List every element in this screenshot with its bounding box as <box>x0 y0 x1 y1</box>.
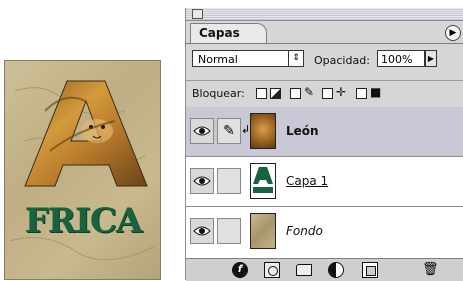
layer-row-fondo[interactable]: Fondo <box>186 207 463 257</box>
mask-icon[interactable] <box>264 262 280 278</box>
layers-bottom-toolbar: f 🗑 <box>186 258 463 281</box>
blend-mode-value: Normal <box>198 53 238 66</box>
opacity-input[interactable]: 100% <box>377 50 425 67</box>
layer-thumbnail-parchment <box>250 213 276 249</box>
opacity-label: Opacidad: <box>314 54 370 67</box>
close-box-icon[interactable] <box>192 9 203 19</box>
visibility-eye-icon[interactable] <box>190 168 214 194</box>
lock-all-checkbox[interactable] <box>356 88 367 99</box>
trash-icon[interactable]: 🗑 <box>422 262 439 278</box>
folder-icon[interactable] <box>296 264 312 276</box>
poster-word-frica: FRICA <box>24 201 143 241</box>
layers-list: ✎ ↲ León Capa 1 Fondo <box>186 107 463 258</box>
poster-artwork <box>9 80 156 261</box>
panel-menu-arrow-icon[interactable]: ▶ <box>445 25 461 41</box>
blend-mode-select[interactable]: Normal ⇕ <box>192 50 304 67</box>
lock-row: Bloquear: ✎ ✛ ■ <box>186 80 463 108</box>
lock-image-checkbox[interactable] <box>290 88 301 99</box>
lock-label: Bloquear: <box>192 87 245 100</box>
lock-transparency-checkbox[interactable] <box>256 88 267 99</box>
layer-name-fondo[interactable]: Fondo <box>286 224 323 238</box>
layer-name-capa-1[interactable]: Capa 1 <box>286 174 328 188</box>
lock-position-checkbox[interactable] <box>322 88 333 99</box>
move-icon: ✛ <box>336 85 347 99</box>
layer-thumbnail-africa-text <box>250 163 276 199</box>
africa-poster-image: FRICA <box>4 60 161 280</box>
tab-capas[interactable]: Capas <box>190 23 267 43</box>
link-empty-box[interactable] <box>217 168 241 194</box>
layer-thumbnail-lion <box>250 113 276 149</box>
layer-style-icon[interactable]: f <box>232 262 248 278</box>
new-layer-icon[interactable] <box>362 262 378 278</box>
layer-row-capa-1[interactable]: Capa 1 <box>186 157 463 207</box>
adjustment-icon[interactable] <box>328 262 344 278</box>
layer-name-leon[interactable]: León <box>286 124 319 138</box>
lock-transparency-icon <box>270 88 281 99</box>
opacity-slider-arrow-icon[interactable]: ▶ <box>425 50 437 67</box>
visibility-eye-icon[interactable] <box>190 218 214 244</box>
panel-tab-row: Capas ▶ <box>186 21 463 44</box>
layers-panel: Capas ▶ Normal ⇕ Opacidad: 100% ▶ Bloque… <box>185 8 463 281</box>
panel-titlebar[interactable] <box>186 8 463 21</box>
brush-link-icon[interactable]: ✎ <box>217 118 241 144</box>
link-empty-box[interactable] <box>217 218 241 244</box>
layer-row-leon[interactable]: ✎ ↲ León <box>186 107 463 157</box>
clipping-arrow-icon: ↲ <box>241 123 251 136</box>
updown-arrows-icon: ⇕ <box>288 51 303 66</box>
blend-opacity-row: Normal ⇕ Opacidad: 100% ▶ <box>186 45 463 73</box>
visibility-eye-icon[interactable] <box>190 118 214 144</box>
brush-icon: ✎ <box>304 85 315 99</box>
padlock-icon: ■ <box>370 85 382 99</box>
